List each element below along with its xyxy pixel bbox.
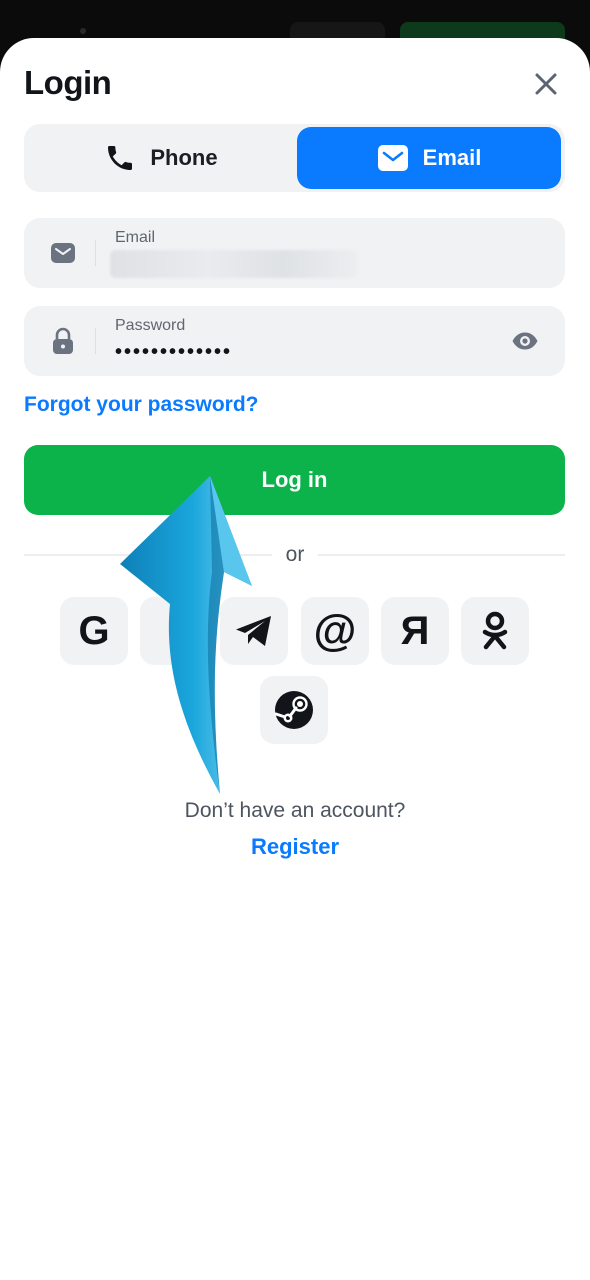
divider-line xyxy=(318,554,565,556)
yandex-icon: Я xyxy=(400,609,430,653)
tab-email[interactable]: Email xyxy=(297,127,561,189)
register-link[interactable]: Register xyxy=(0,834,590,860)
odnoklassniki-login-button[interactable] xyxy=(461,597,529,665)
tab-phone[interactable]: Phone xyxy=(29,127,293,189)
or-divider-label: or xyxy=(285,543,305,566)
password-label: Password xyxy=(115,317,186,334)
login-button-label: Log in xyxy=(261,467,328,492)
register-link-label: Register xyxy=(250,834,340,859)
divider-line xyxy=(24,554,272,556)
eye-icon xyxy=(512,332,538,350)
field-divider xyxy=(95,240,96,266)
page-title: Login xyxy=(24,64,112,101)
no-account-text: Don’t have an account? xyxy=(184,799,406,822)
email-label: Email xyxy=(115,229,156,246)
telegram-icon xyxy=(236,616,271,646)
steam-icon xyxy=(274,691,313,729)
lock-icon xyxy=(48,327,78,355)
close-icon xyxy=(535,73,557,95)
at-sign-icon: @ xyxy=(313,606,357,655)
login-button[interactable]: Log in xyxy=(24,445,565,515)
phone-icon xyxy=(108,146,133,170)
envelope-icon xyxy=(48,239,78,267)
mail-login-button[interactable]: @ xyxy=(301,597,369,665)
show-password-button[interactable] xyxy=(510,326,540,356)
field-divider xyxy=(95,328,96,354)
forgot-password-link[interactable]: Forgot your password? xyxy=(24,393,259,417)
email-field[interactable]: Email xyxy=(24,218,565,288)
odnoklassniki-icon xyxy=(482,611,508,650)
envelope-icon xyxy=(377,145,408,171)
tab-phone-label: Phone xyxy=(150,145,218,170)
vk-login-button[interactable] xyxy=(140,597,208,665)
google-icon: G xyxy=(78,609,110,653)
email-value-redacted xyxy=(110,250,358,278)
login-method-tabs: Phone Email xyxy=(24,124,565,192)
telegram-login-button[interactable] xyxy=(220,597,288,665)
password-value: ••••••••••••• xyxy=(115,341,233,363)
tab-email-label: Email xyxy=(422,145,482,170)
background-dot xyxy=(80,28,86,34)
google-login-button[interactable]: G xyxy=(60,597,128,665)
password-field[interactable]: Password ••••••••••••• xyxy=(24,306,565,376)
steam-login-button[interactable] xyxy=(260,676,328,744)
yandex-login-button[interactable]: Я xyxy=(381,597,449,665)
close-button[interactable] xyxy=(528,66,564,102)
login-sheet: Login Phone Email Email Password •••••••… xyxy=(0,38,590,1280)
